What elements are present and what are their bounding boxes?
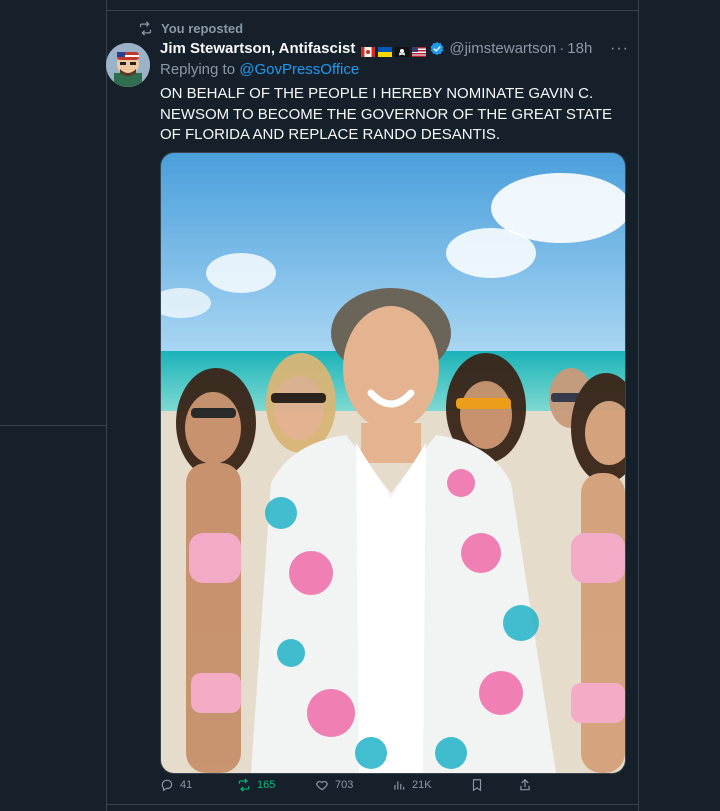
author-handle[interactable]: @jimstewartson [449, 40, 556, 57]
repost-label: You reposted [161, 21, 244, 36]
sidebar-divider [0, 425, 106, 426]
bookmark-button[interactable] [470, 778, 484, 792]
repost-count: 165 [257, 779, 276, 791]
tweet-actions: 41 165 703 21K [160, 778, 540, 798]
ukraine-flag-icon [378, 44, 393, 57]
like-button[interactable]: 703 [315, 778, 353, 792]
views-button[interactable]: 21K [392, 778, 432, 792]
more-options-button[interactable]: ··· [610, 40, 629, 58]
divider-top [106, 10, 638, 11]
timeline-frame: You reposted Jim Stewartson, Antifascist [0, 0, 720, 811]
separator-dot: · [559, 40, 565, 57]
replying-to: Replying to @GovPressOffice [160, 61, 359, 78]
avatar-image [106, 43, 150, 87]
replying-prefix: Replying to [160, 61, 236, 78]
reply-button[interactable]: 41 [160, 778, 192, 792]
column-border-right [638, 0, 639, 811]
repost-button[interactable]: 165 [237, 778, 275, 792]
tweet-timestamp[interactable]: 18h [567, 40, 592, 57]
tweet-text: ON BEHALF OF THE PEOPLE I HEREBY NOMINAT… [160, 85, 612, 143]
bookmark-icon [472, 779, 482, 792]
canada-flag-icon [361, 44, 376, 57]
verified-badge-icon [430, 41, 444, 55]
share-icon [520, 778, 530, 791]
tweet-header: Jim Stewartson, Antifascist @jimstewarts… [160, 40, 630, 57]
reply-count: 41 [180, 779, 193, 791]
reply-icon [161, 779, 173, 792]
share-button[interactable] [518, 778, 532, 792]
tweet-media-image[interactable] [160, 152, 626, 774]
replying-handle-link[interactable]: @GovPressOffice [239, 61, 359, 78]
author-name[interactable]: Jim Stewartson, Antifascist [160, 40, 355, 57]
repost-icon [139, 21, 152, 36]
avatar[interactable] [106, 43, 150, 87]
divider-bottom [106, 804, 638, 805]
repost-indicator[interactable]: You reposted [138, 21, 243, 36]
usa-flag-icon [412, 44, 427, 57]
beach-photo [161, 153, 625, 773]
repost-icon [238, 778, 250, 792]
flag-emojis [361, 44, 427, 57]
column-border-left [106, 0, 107, 811]
heart-icon [316, 780, 328, 791]
pirate-flag-icon [395, 44, 410, 57]
views-chart-icon [394, 781, 405, 790]
views-count: 21K [412, 779, 432, 791]
like-count: 703 [335, 779, 354, 791]
